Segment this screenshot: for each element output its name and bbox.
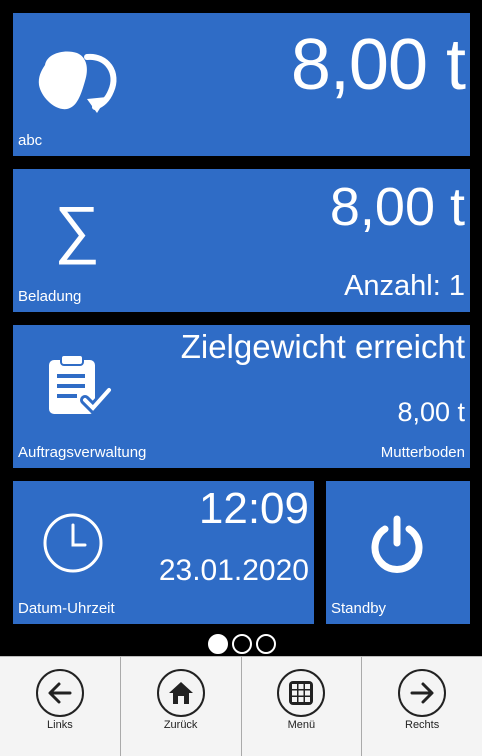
- nav-menu-button[interactable]: Menü: [241, 657, 363, 756]
- sigma-icon: ∑: [54, 193, 100, 265]
- loading-tile[interactable]: ∑ 8,00 t Anzahl: 1 Beladung: [13, 169, 470, 312]
- loading-tile-label: Beladung: [18, 288, 82, 305]
- order-tile-label: Auftragsverwaltung: [18, 444, 147, 461]
- current-weight-value: 8,00 t: [290, 25, 466, 105]
- weight-tile[interactable]: 8,00 t abc: [13, 13, 470, 156]
- nav-left-label: Links: [47, 719, 73, 731]
- clipboard-check-icon: [47, 354, 114, 416]
- order-status: Zielgewicht erreicht: [180, 328, 465, 365]
- grid-menu-icon: [277, 669, 326, 717]
- datetime-tile-label: Datum-Uhrzeit: [18, 600, 115, 617]
- truck-load-rotate-icon: [37, 47, 127, 119]
- home-icon: [156, 669, 205, 717]
- nav-back-button[interactable]: Zurück: [120, 657, 242, 756]
- page-dot-2[interactable]: [232, 634, 252, 654]
- nav-left-button[interactable]: Links: [0, 657, 121, 756]
- arrow-right-icon: [398, 669, 447, 717]
- loading-total-value: 8,00 t: [329, 177, 465, 237]
- nav-right-button[interactable]: Rechts: [362, 657, 482, 756]
- datetime-tile[interactable]: 12:09 23.01.2020 Datum-Uhrzeit: [13, 481, 314, 624]
- standby-tile[interactable]: Standby: [326, 481, 470, 624]
- loading-count: Anzahl: 1: [344, 270, 465, 302]
- order-weight: 8,00 t: [397, 397, 465, 427]
- order-material: Mutterboden: [380, 444, 465, 461]
- current-time: 12:09: [198, 484, 309, 533]
- weight-tile-label: abc: [18, 132, 43, 149]
- order-management-tile[interactable]: Zielgewicht erreicht 8,00 t Auftragsverw…: [13, 325, 470, 468]
- clock-icon: [41, 511, 105, 575]
- page-indicator: [208, 634, 276, 654]
- page-dot-1[interactable]: [208, 634, 228, 654]
- nav-right-label: Rechts: [405, 719, 440, 731]
- standby-tile-label: Standby: [331, 600, 387, 617]
- nav-menu-label: Menü: [287, 719, 316, 731]
- power-icon: [368, 515, 426, 573]
- nav-back-label: Zurück: [163, 719, 198, 731]
- arrow-left-icon: [35, 669, 84, 717]
- current-date: 23.01.2020: [158, 554, 309, 587]
- page-dot-3[interactable]: [256, 634, 276, 654]
- bottom-nav-bar: Links Zurück Menü Rechts: [0, 656, 482, 756]
